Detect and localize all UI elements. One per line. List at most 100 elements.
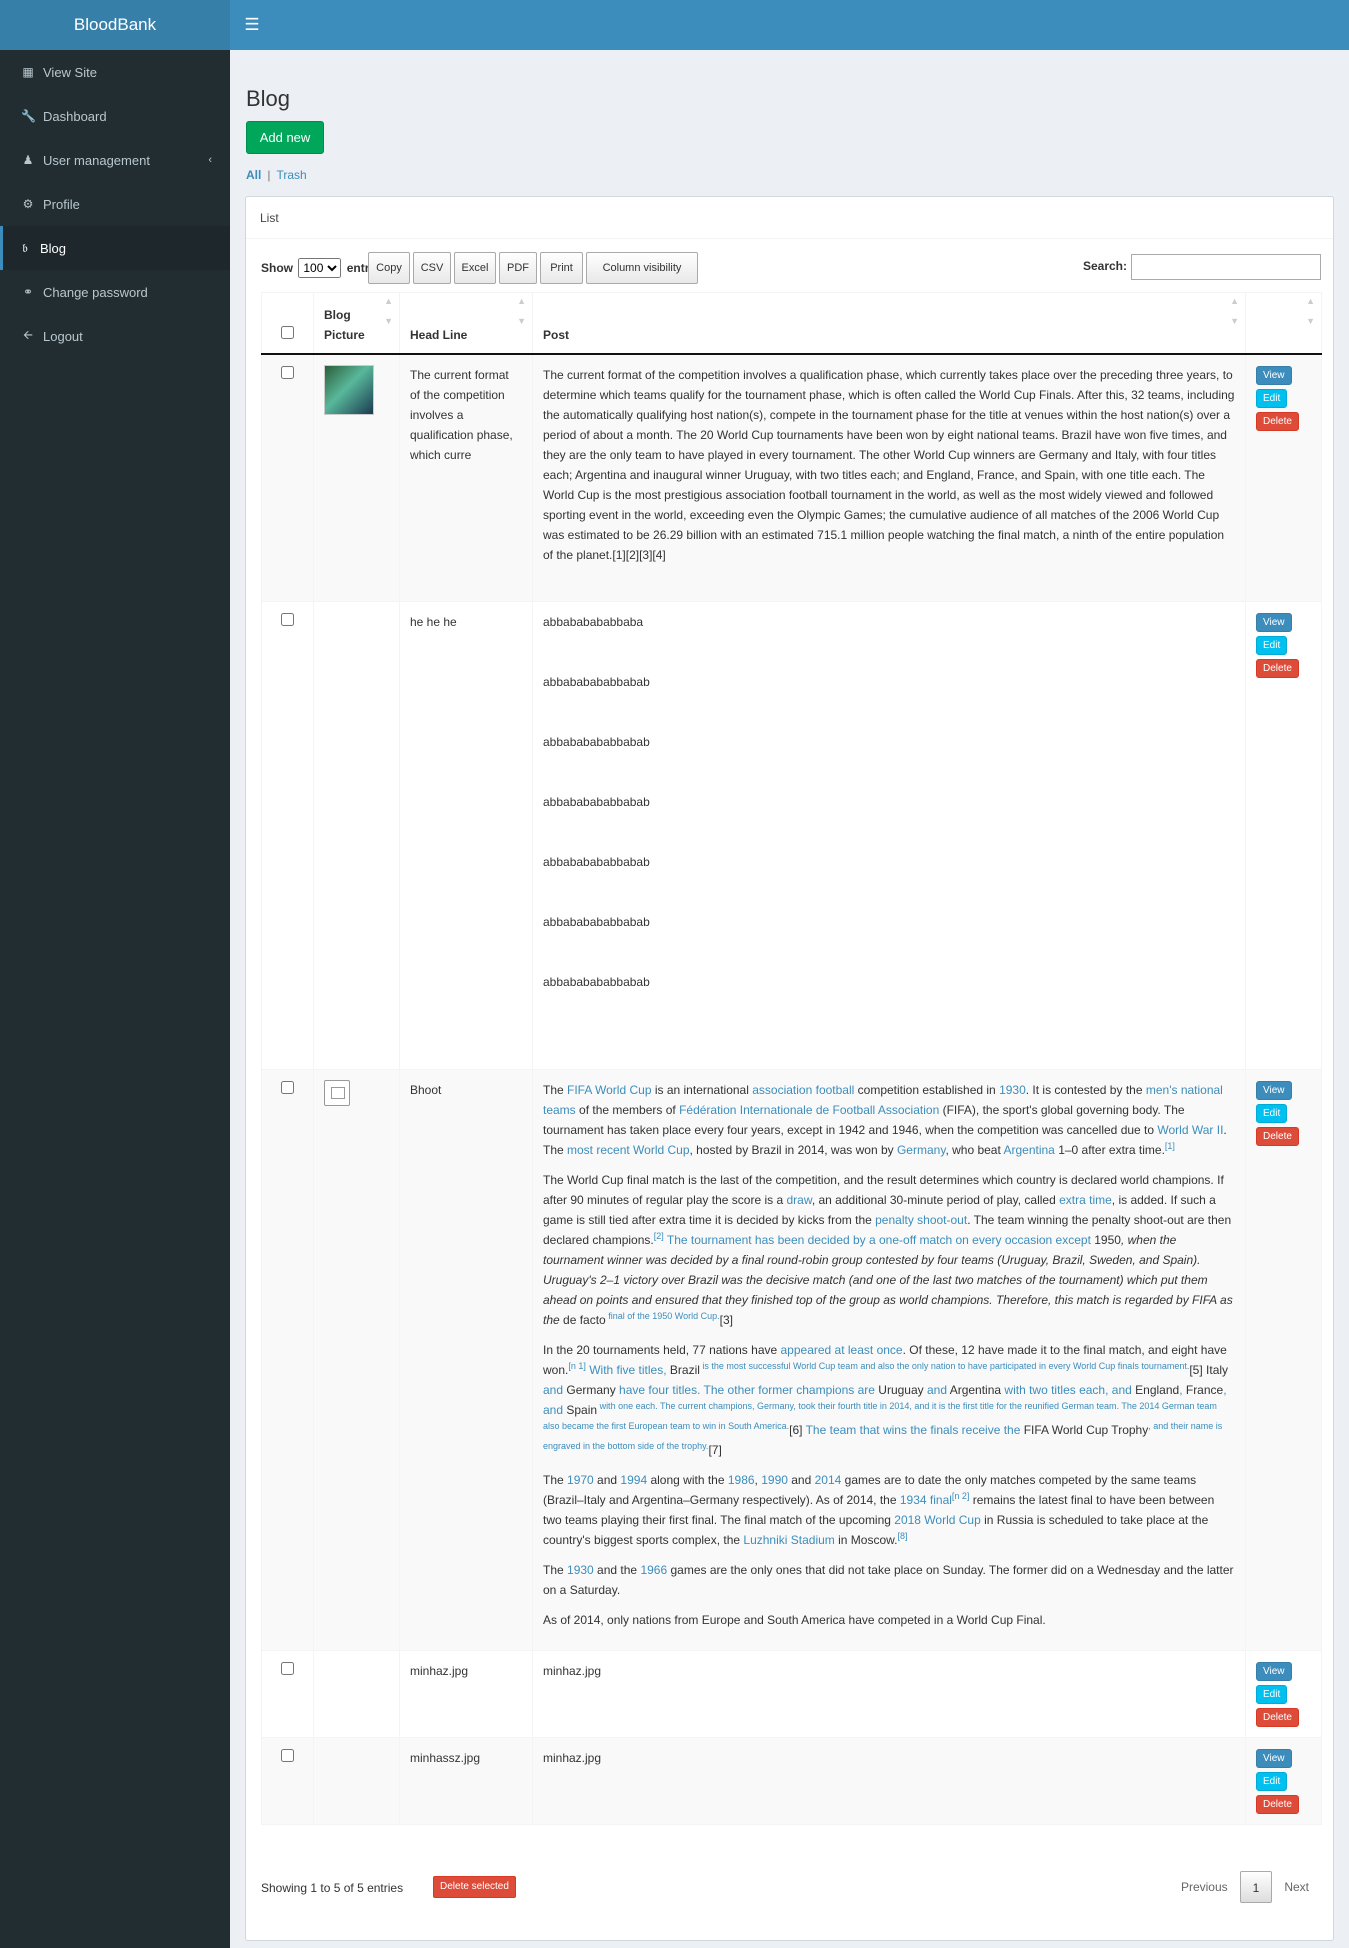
sidebar-item-user-management[interactable]: ♟ User management ‹: [0, 138, 230, 182]
wiki-link[interactable]: 1970: [567, 1473, 594, 1487]
sidebar-item-blog[interactable]: 𝔟 Blog: [0, 226, 230, 270]
pagination-page[interactable]: 1: [1239, 1871, 1273, 1903]
citation: [8]: [897, 1531, 907, 1541]
row-checkbox[interactable]: [281, 1662, 294, 1675]
delete-button[interactable]: Delete: [1256, 1708, 1299, 1727]
app-logo[interactable]: BloodBank: [0, 0, 230, 50]
wiki-link[interactable]: The team that wins the finals receive th…: [802, 1423, 1023, 1437]
wiki-link[interactable]: 1994: [620, 1473, 647, 1487]
wiki-link[interactable]: Germany: [897, 1143, 945, 1157]
headline-cell: minhassz.jpg: [399, 1737, 533, 1825]
citation-link[interactable]: is the most successful World Cup team an…: [700, 1361, 1189, 1371]
citation-link[interactable]: [1]: [1165, 1141, 1175, 1151]
sidebar-item-logout[interactable]: 🡨 Logout: [0, 314, 230, 358]
citation-link[interactable]: [n 2]: [952, 1491, 970, 1501]
print-button[interactable]: Print: [540, 252, 583, 284]
wiki-link[interactable]: FIFA World Cup: [567, 1083, 651, 1097]
wiki-link[interactable]: and: [543, 1383, 566, 1397]
wiki-link[interactable]: 2018 World Cup: [894, 1513, 981, 1527]
citation-link[interactable]: final of the 1950 World Cup.: [606, 1311, 719, 1321]
column-header-post[interactable]: Post ▲ ▼: [532, 292, 1246, 355]
select-all-header: [261, 292, 314, 355]
post-line: abbababababbabab: [543, 675, 650, 689]
wiki-link[interactable]: with two titles each, and: [1001, 1383, 1135, 1397]
wiki-link[interactable]: appeared at least once: [781, 1343, 903, 1357]
pdf-button[interactable]: PDF: [499, 252, 537, 284]
wiki-link[interactable]: World War II: [1157, 1123, 1223, 1137]
delete-button[interactable]: Delete: [1256, 659, 1299, 678]
wiki-link[interactable]: Argentina: [1003, 1143, 1054, 1157]
citation-link[interactable]: [8]: [897, 1531, 907, 1541]
delete-button[interactable]: Delete: [1256, 411, 1299, 431]
wiki-link[interactable]: draw: [786, 1193, 811, 1207]
wiki-link[interactable]: 1930: [999, 1083, 1026, 1097]
post-line: abbababababbabab: [543, 975, 650, 989]
pagination: Previous 1 Next: [1169, 1871, 1321, 1903]
sidebar-toggle-icon[interactable]: ☰: [230, 0, 274, 50]
wiki-link[interactable]: most recent World Cup: [567, 1143, 690, 1157]
blog-thumbnail[interactable]: [324, 364, 374, 415]
edit-button[interactable]: Edit: [1256, 636, 1288, 655]
page-title: Blog: [246, 86, 291, 111]
csv-button[interactable]: CSV: [413, 252, 451, 284]
search-input[interactable]: [1131, 254, 1321, 280]
row-checkbox[interactable]: [281, 1081, 294, 1094]
sidebar-item-change-password[interactable]: ⚭ Change password: [0, 270, 230, 314]
view-button[interactable]: View: [1256, 1081, 1292, 1100]
select-all-checkbox[interactable]: [281, 325, 294, 339]
wiki-link[interactable]: 1934 final: [900, 1493, 952, 1507]
wiki-link[interactable]: penalty shoot-out: [875, 1213, 967, 1227]
wiki-link[interactable]: 1966: [640, 1563, 667, 1577]
column-header-actions[interactable]: ▲ ▼: [1245, 292, 1322, 355]
entries-select[interactable]: 100: [298, 258, 342, 278]
wiki-link[interactable]: 1930: [567, 1563, 594, 1577]
wiki-link[interactable]: [1203, 1363, 1206, 1377]
copy-button[interactable]: Copy: [368, 252, 410, 284]
citation: final of the 1950 World Cup.: [606, 1311, 719, 1321]
sidebar-item-view-site[interactable]: ▦ View Site: [0, 50, 230, 94]
sidebar-item-profile[interactable]: ⚙ Profile: [0, 182, 230, 226]
column-header-headline[interactable]: Head Line ▲ ▼: [399, 292, 533, 355]
pagination-next[interactable]: Next: [1272, 1871, 1321, 1903]
broken-image-icon[interactable]: [324, 1080, 350, 1106]
sidebar-item-dashboard[interactable]: 🔧 Dashboard: [0, 94, 230, 138]
sidebar-item-label: Logout: [43, 328, 83, 344]
row-checkbox[interactable]: [281, 1749, 294, 1762]
column-header-blog-picture[interactable]: Blog Picture ▲ ▼: [313, 292, 400, 355]
delete-button[interactable]: Delete: [1256, 1127, 1299, 1146]
wiki-link[interactable]: extra time: [1059, 1193, 1112, 1207]
view-button[interactable]: View: [1256, 365, 1292, 385]
column-visibility-button[interactable]: Column visibility: [586, 252, 698, 284]
wiki-link[interactable]: 1990: [761, 1473, 788, 1487]
edit-button[interactable]: Edit: [1256, 1772, 1288, 1791]
view-button[interactable]: View: [1256, 1749, 1292, 1768]
wiki-link[interactable]: ,: [1179, 1383, 1186, 1397]
view-button[interactable]: View: [1256, 1662, 1292, 1681]
edit-button[interactable]: Edit: [1256, 388, 1288, 408]
wiki-link[interactable]: have four titles. The other former champ…: [616, 1383, 879, 1397]
citation-link[interactable]: [n 1]: [568, 1361, 586, 1371]
pagination-previous[interactable]: Previous: [1169, 1871, 1240, 1903]
edit-button[interactable]: Edit: [1256, 1104, 1288, 1123]
edit-button[interactable]: Edit: [1256, 1685, 1288, 1704]
wiki-link[interactable]: 2014: [815, 1473, 842, 1487]
wiki-link[interactable]: The tournament has been decided by a one…: [664, 1233, 1095, 1247]
add-new-button[interactable]: Add new: [246, 121, 324, 154]
filter-all-link[interactable]: All: [246, 168, 261, 182]
delete-button[interactable]: Delete: [1256, 1795, 1299, 1814]
wiki-link[interactable]: Luzhniki Stadium: [743, 1533, 834, 1547]
wiki-link[interactable]: association football: [752, 1083, 854, 1097]
row-checkbox[interactable]: [281, 613, 294, 626]
citation-link[interactable]: [2]: [654, 1231, 664, 1241]
delete-selected-button[interactable]: Delete selected: [433, 1876, 516, 1898]
wiki-link[interactable]: and: [924, 1383, 950, 1397]
post-paragraph: The 1970 and 1994 along with the 1986, 1…: [543, 1473, 1215, 1547]
wiki-link[interactable]: Fédération Internationale de Football As…: [679, 1103, 939, 1117]
post-paragraph: As of 2014, only nations from Europe and…: [543, 1613, 1046, 1627]
wiki-link[interactable]: With five titles,: [586, 1363, 670, 1377]
view-button[interactable]: View: [1256, 613, 1292, 632]
excel-button[interactable]: Excel: [454, 252, 496, 284]
row-checkbox[interactable]: [281, 365, 294, 379]
filter-trash-link[interactable]: Trash: [276, 168, 306, 182]
wiki-link[interactable]: 1986: [728, 1473, 755, 1487]
